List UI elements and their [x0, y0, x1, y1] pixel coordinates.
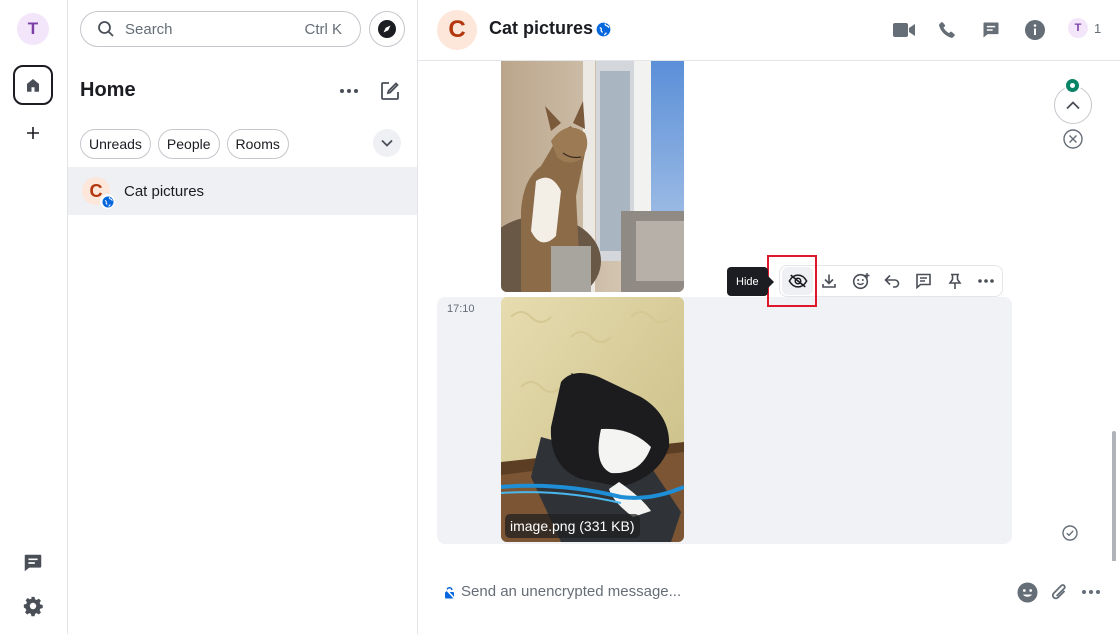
more-options-button[interactable] — [1080, 581, 1102, 603]
more-options-icon — [1082, 590, 1100, 594]
message-timestamp: 17:10 — [447, 303, 475, 315]
home-icon — [27, 79, 39, 92]
cat-image-sleeping[interactable]: image.png (331 KB) — [501, 297, 684, 542]
chevron-up-icon — [1066, 100, 1080, 109]
emoji-icon — [1017, 582, 1037, 602]
more-horizontal-icon — [340, 89, 358, 93]
react-icon — [852, 273, 870, 290]
read-receipt[interactable] — [1061, 524, 1079, 542]
threads-icon — [24, 554, 42, 572]
video-call-button[interactable] — [891, 17, 917, 43]
search-shortcut: Ctrl K — [304, 20, 343, 38]
dismiss-unread-button[interactable] — [1063, 129, 1083, 149]
hide-tooltip: Hide — [727, 267, 774, 296]
room-list-item[interactable]: C Cat pictures — [68, 167, 417, 215]
highlight-box — [767, 255, 817, 307]
threads-button[interactable] — [978, 17, 1004, 43]
public-room-icon — [595, 21, 611, 37]
reply-button[interactable] — [876, 267, 907, 295]
search-button[interactable]: Search Ctrl K — [80, 11, 361, 47]
options-button[interactable] — [971, 267, 1002, 295]
explore-rooms-button[interactable] — [369, 11, 405, 47]
sent-check-icon — [1062, 525, 1078, 541]
compose-button[interactable] — [379, 80, 401, 102]
page-title: Home — [80, 79, 136, 101]
member-avatar: T — [1068, 18, 1088, 38]
close-icon — [1063, 129, 1083, 149]
message-composer: Send an unencrypted message... — [418, 566, 1120, 618]
create-space-button[interactable] — [22, 122, 44, 144]
react-button[interactable] — [845, 267, 876, 295]
settings-icon — [23, 596, 43, 617]
room-filters: Unreads People Rooms — [80, 129, 289, 159]
video-call-icon — [893, 23, 915, 37]
public-room-icon — [100, 194, 115, 209]
room-avatar: C — [82, 177, 115, 209]
reply-in-thread-button[interactable] — [908, 267, 939, 295]
threads-activity-button[interactable] — [21, 551, 45, 575]
search-label: Search — [125, 20, 173, 38]
image-caption: image.png (331 KB) — [505, 514, 640, 538]
member-count: 1 — [1094, 20, 1102, 36]
room-name: Cat pictures — [124, 182, 205, 200]
attachment-icon — [1051, 583, 1066, 599]
room-header: C Cat pictures T 1 — [418, 0, 1120, 61]
attachment-button[interactable] — [1048, 581, 1070, 603]
download-button[interactable] — [813, 267, 844, 295]
voice-call-button[interactable] — [934, 17, 960, 43]
compass-icon — [378, 20, 396, 38]
room-info-icon — [1025, 20, 1045, 40]
filter-people[interactable]: People — [157, 129, 220, 159]
room-header-avatar[interactable]: C — [437, 10, 477, 50]
compose-icon — [381, 82, 399, 100]
pin-icon — [948, 273, 962, 289]
message-timeline: 17:10 image.png (331 KB) Hide — [418, 61, 1120, 561]
voice-call-icon — [939, 22, 955, 38]
thread-icon — [916, 273, 931, 289]
room-title[interactable]: Cat pictures — [489, 18, 593, 39]
unencrypted-icon — [443, 586, 455, 599]
emoji-button[interactable] — [1016, 581, 1038, 603]
space-rail: T — [0, 0, 68, 634]
pin-button[interactable] — [939, 267, 970, 295]
timeline-scrollbar[interactable] — [1112, 431, 1116, 561]
home-options-button[interactable] — [338, 80, 360, 102]
threads-icon — [983, 22, 999, 38]
search-icon — [98, 21, 114, 37]
reply-icon — [884, 274, 900, 288]
plus-icon — [27, 127, 39, 139]
expand-filters-button[interactable] — [373, 129, 401, 157]
cat-image-window[interactable] — [501, 61, 684, 292]
user-avatar[interactable]: T — [17, 13, 49, 45]
message-input[interactable]: Send an unencrypted message... — [461, 583, 681, 600]
quick-settings-button[interactable] — [21, 594, 45, 618]
room-list-panel: Search Ctrl K Home Unreads People Rooms … — [68, 0, 418, 634]
filter-unreads[interactable]: Unreads — [80, 129, 151, 159]
room-info-button[interactable] — [1022, 17, 1048, 43]
download-icon — [822, 274, 836, 288]
room-view: C Cat pictures T 1 17:10 image.png (331 … — [418, 0, 1120, 634]
chevron-down-icon — [381, 139, 393, 147]
options-icon — [978, 279, 995, 283]
home-button[interactable] — [13, 65, 53, 105]
unread-indicator — [1064, 77, 1081, 94]
member-list-button[interactable]: T 1 — [1068, 18, 1101, 38]
filter-rooms[interactable]: Rooms — [226, 129, 289, 159]
